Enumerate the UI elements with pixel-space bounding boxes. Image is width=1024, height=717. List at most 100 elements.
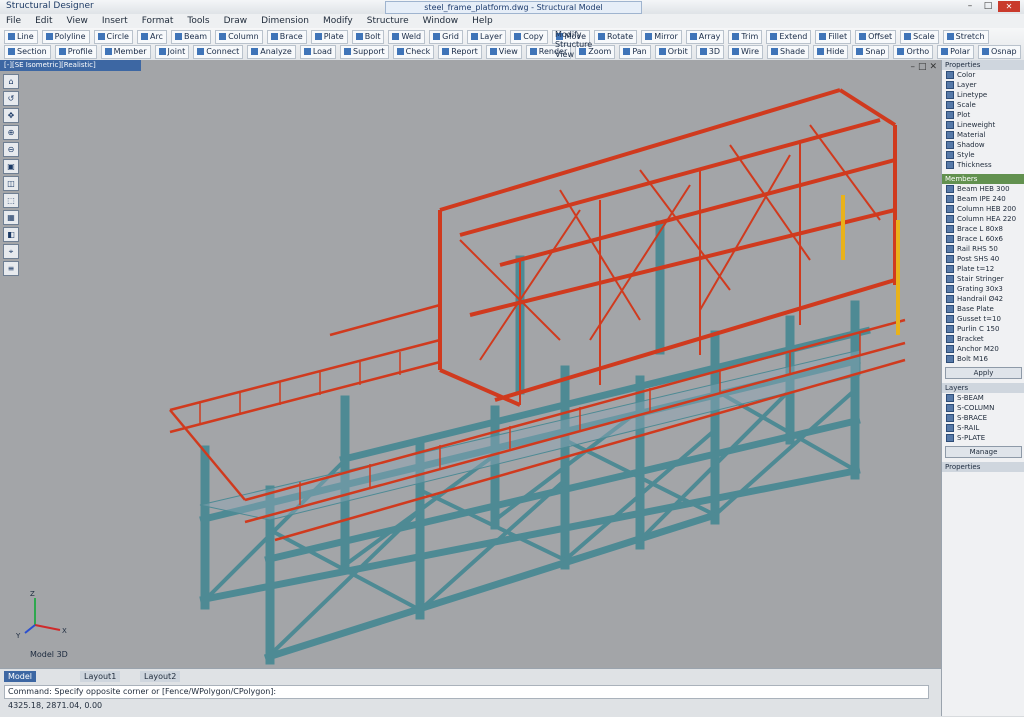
ribbon-button[interactable]: Load <box>299 45 337 59</box>
ribbon-button[interactable]: 3D <box>695 45 725 59</box>
tab-layout2[interactable]: Layout2 <box>140 671 181 682</box>
ribbon-button[interactable]: View <box>485 45 522 59</box>
ribbon-button[interactable]: Wire <box>728 45 764 59</box>
member-item[interactable]: Bolt M16 <box>942 354 1024 364</box>
ribbon-button[interactable]: Beam <box>170 30 212 44</box>
menu-format[interactable]: Format <box>142 14 174 28</box>
menu-modify[interactable]: Modify <box>323 14 353 28</box>
menu-file[interactable]: File <box>6 14 21 28</box>
ribbon-button[interactable]: Circle <box>93 30 133 44</box>
menu-tools[interactable]: Tools <box>187 14 209 28</box>
ribbon-button[interactable]: Bolt <box>351 30 385 44</box>
ribbon-button[interactable]: Copy <box>510 30 548 44</box>
property-item[interactable]: Lineweight <box>942 120 1024 130</box>
ribbon-button[interactable]: Weld <box>388 30 426 44</box>
property-item[interactable]: Thickness <box>942 160 1024 170</box>
menu-help[interactable]: Help <box>472 14 493 28</box>
member-item[interactable]: Brace L 60x6 <box>942 234 1024 244</box>
ribbon-button[interactable]: Column <box>215 30 263 44</box>
member-item[interactable]: Gusset t=10 <box>942 314 1024 324</box>
ribbon-button[interactable]: Snap <box>852 45 890 59</box>
maximize-button[interactable]: □ <box>980 1 996 12</box>
ribbon-button[interactable]: Analyze <box>247 45 296 59</box>
menu-view[interactable]: View <box>67 14 88 28</box>
property-item[interactable]: Shadow <box>942 140 1024 150</box>
menu-dimension[interactable]: Dimension <box>261 14 309 28</box>
member-item[interactable]: Purlin C 150 <box>942 324 1024 334</box>
ribbon-button[interactable]: Section <box>4 45 51 59</box>
member-item[interactable]: Grating 30x3 <box>942 284 1024 294</box>
ribbon-button[interactable]: Pan <box>619 45 651 59</box>
ribbon-button[interactable]: Member <box>100 45 151 59</box>
member-item[interactable]: Base Plate <box>942 304 1024 314</box>
member-item[interactable]: Handrail Ø42 <box>942 294 1024 304</box>
command-line[interactable]: Command: Specify opposite corner or [Fen… <box>4 685 929 699</box>
tab-model[interactable]: Model <box>4 671 37 682</box>
member-item[interactable]: Anchor M20 <box>942 344 1024 354</box>
ribbon-button[interactable]: Ortho <box>893 45 934 59</box>
layer-item[interactable]: S-BEAM <box>942 393 1024 403</box>
ribbon-button[interactable]: Check <box>392 45 435 59</box>
property-item[interactable]: Scale <box>942 100 1024 110</box>
manage-button[interactable]: Manage <box>945 446 1022 458</box>
layer-item[interactable]: S-BRACE <box>942 413 1024 423</box>
menu-window[interactable]: Window <box>423 14 459 28</box>
member-item[interactable]: Beam HEB 300 <box>942 184 1024 194</box>
property-item[interactable]: Color <box>942 70 1024 80</box>
layer-item[interactable]: S-PLATE <box>942 433 1024 443</box>
layer-item[interactable]: S-RAIL <box>942 423 1024 433</box>
ribbon-button[interactable]: Stretch <box>942 30 989 44</box>
close-button[interactable]: ✕ <box>998 1 1020 12</box>
menu-draw[interactable]: Draw <box>224 14 248 28</box>
ribbon-button[interactable]: Scale <box>900 30 939 44</box>
ribbon-button[interactable]: Offset <box>855 30 897 44</box>
ribbon-button[interactable]: Brace <box>266 30 307 44</box>
ribbon-button[interactable]: Connect <box>193 45 244 59</box>
ribbon-button[interactable]: Orbit <box>654 45 692 59</box>
menu-structure[interactable]: Structure <box>367 14 409 28</box>
member-item[interactable]: Post SHS 40 <box>942 254 1024 264</box>
ribbon-button[interactable]: Joint <box>154 45 190 59</box>
layers-header[interactable]: Layers <box>942 383 1024 393</box>
ribbon-button[interactable]: Profile <box>54 45 97 59</box>
member-item[interactable]: Brace L 80x8 <box>942 224 1024 234</box>
member-item[interactable]: Bracket <box>942 334 1024 344</box>
apply-button[interactable]: Apply <box>945 367 1022 379</box>
ribbon-button[interactable]: Osnap <box>978 45 1021 59</box>
property-item[interactable]: Plot <box>942 110 1024 120</box>
minimize-button[interactable]: – <box>962 1 978 12</box>
member-item[interactable]: Beam IPE 240 <box>942 194 1024 204</box>
ribbon-button[interactable]: Trim <box>728 30 763 44</box>
ribbon-button[interactable]: Grid <box>429 30 463 44</box>
ribbon-button[interactable]: Report <box>438 45 482 59</box>
ribbon-button[interactable]: Hide <box>813 45 849 59</box>
menu-insert[interactable]: Insert <box>102 14 128 28</box>
member-item[interactable]: Stair Stringer <box>942 274 1024 284</box>
member-item[interactable]: Column HEB 200 <box>942 204 1024 214</box>
structure-model[interactable]: Z X Y Model 3D <box>0 60 941 668</box>
ribbon-button[interactable]: Mirror <box>641 30 682 44</box>
ribbon-button[interactable]: Extend <box>766 30 812 44</box>
members-header[interactable]: Members <box>942 174 1024 184</box>
layer-item[interactable]: S-COLUMN <box>942 403 1024 413</box>
property-item[interactable]: Linetype <box>942 90 1024 100</box>
property-item[interactable]: Material <box>942 130 1024 140</box>
ribbon-button[interactable]: Fillet <box>815 30 852 44</box>
property-item[interactable]: Layer <box>942 80 1024 90</box>
ribbon-button[interactable]: Plate <box>310 30 348 44</box>
ribbon-button[interactable]: Line <box>4 30 38 44</box>
member-item[interactable]: Rail RHS 50 <box>942 244 1024 254</box>
ribbon-button[interactable]: Polyline <box>41 30 90 44</box>
ribbon-button[interactable]: Support <box>340 45 389 59</box>
member-item[interactable]: Column HEA 220 <box>942 214 1024 224</box>
menu-edit[interactable]: Edit <box>35 14 52 28</box>
ribbon-button[interactable]: Polar <box>937 45 975 59</box>
property-item[interactable]: Style <box>942 150 1024 160</box>
ribbon-button[interactable]: Arc <box>136 30 167 44</box>
ribbon-button[interactable]: Layer <box>466 30 507 44</box>
tab-layout1[interactable]: Layout1 <box>80 671 121 682</box>
properties-header[interactable]: Properties <box>942 60 1024 70</box>
ribbon-button[interactable]: Shade <box>767 45 810 59</box>
model-viewport[interactable]: [-][SE Isometric][Realistic] – □ ✕ ⌂ ↺ ✥ ⊕ ⊖… <box>0 60 941 668</box>
member-item[interactable]: Plate t=12 <box>942 264 1024 274</box>
